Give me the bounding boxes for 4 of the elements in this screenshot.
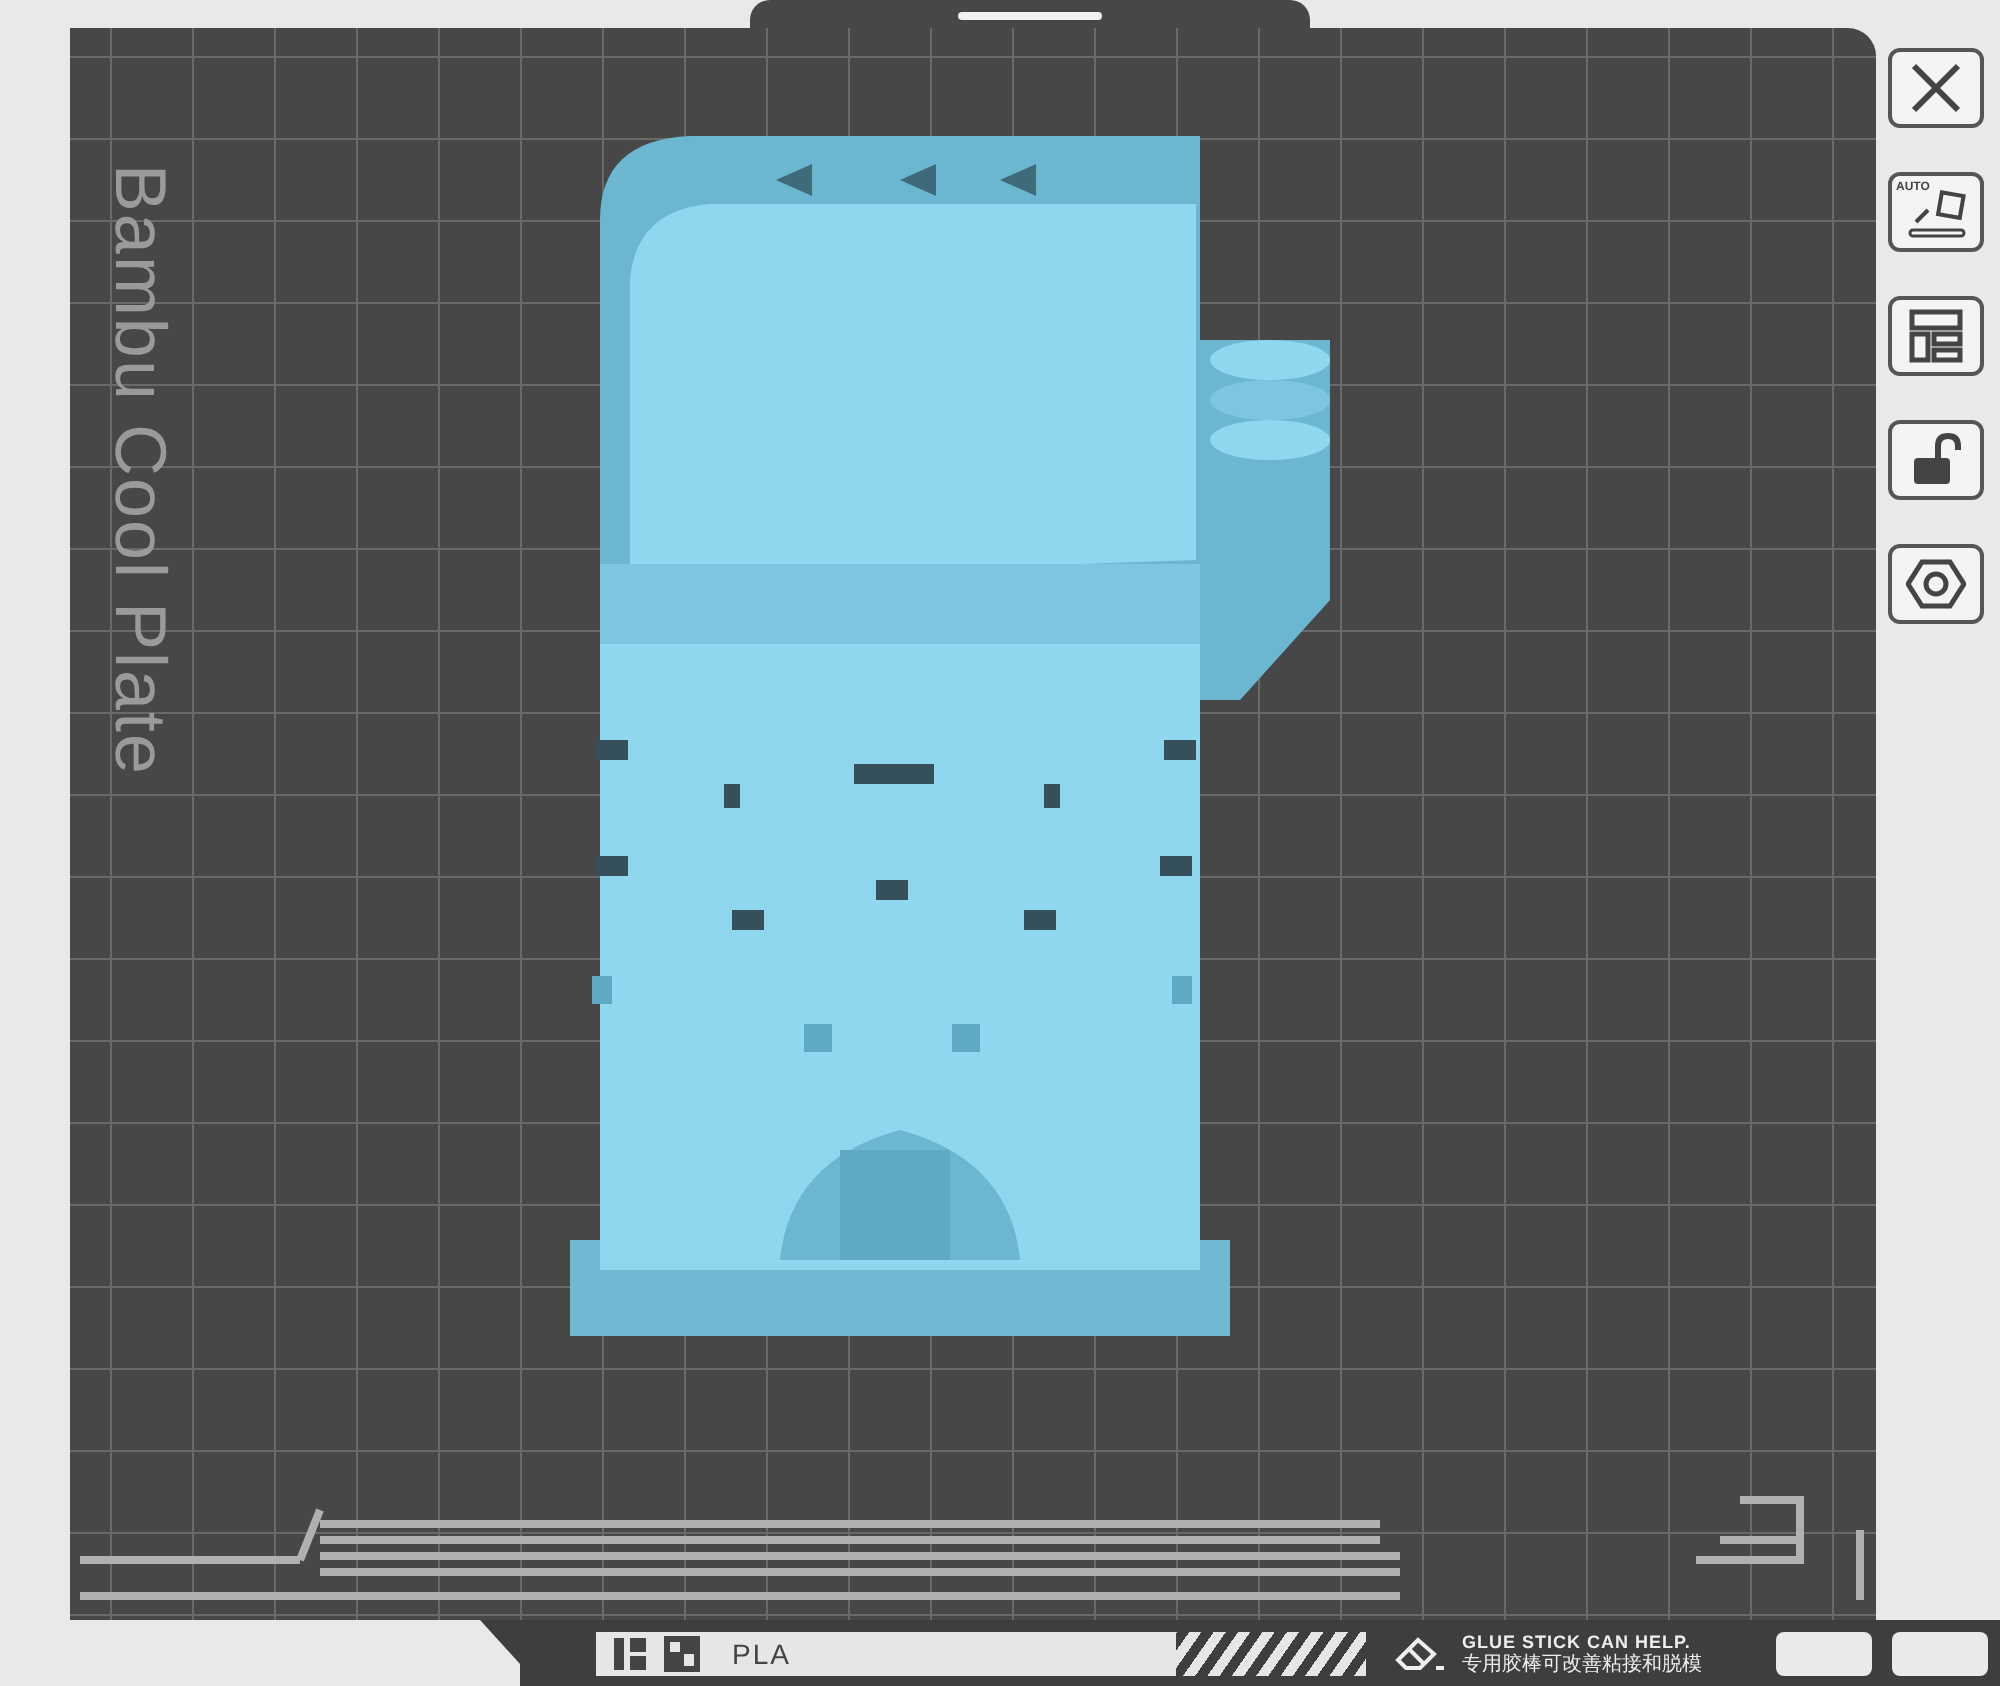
filament-label: PLA bbox=[732, 1637, 791, 1669]
tip-text: GLUE STICK CAN HELP. bbox=[1462, 1631, 1693, 1653]
tip-secondary-text: 专用胶棒可改善粘接和脱模 bbox=[1462, 1653, 1702, 1675]
plate-label: Bambu Cool Plate bbox=[98, 163, 183, 777]
